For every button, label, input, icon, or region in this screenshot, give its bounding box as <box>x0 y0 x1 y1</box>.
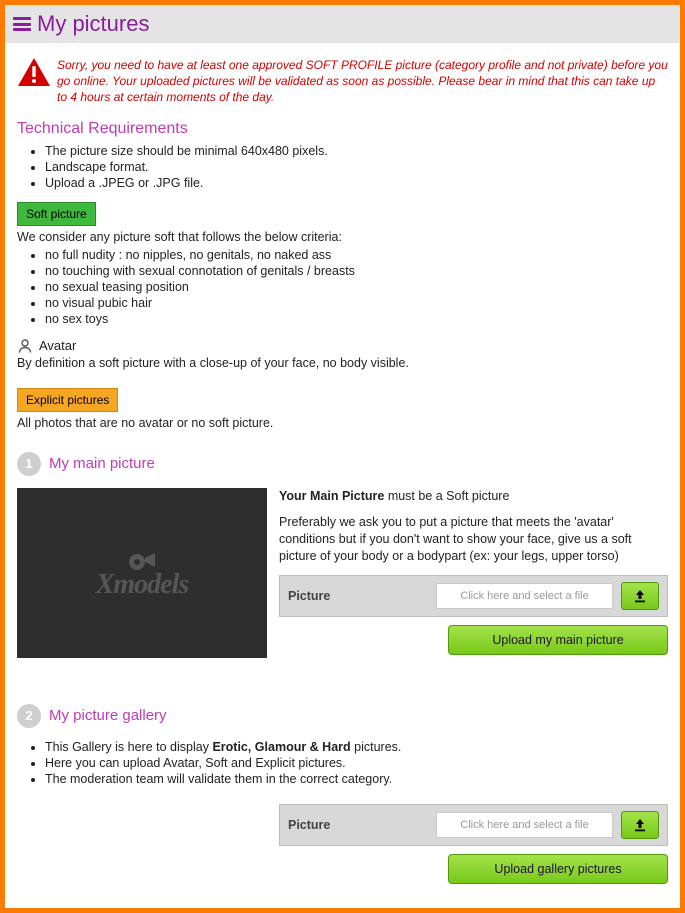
list-item: Upload a .JPEG or .JPG file. <box>45 176 668 190</box>
step-1-title: My main picture <box>49 455 155 472</box>
main-picture-heading: Your Main Picture must be a Soft picture <box>279 488 668 505</box>
step-2-header: 2 My picture gallery <box>17 704 668 728</box>
upload-gallery-pictures-button[interactable]: Upload gallery pictures <box>448 854 668 884</box>
step-number-badge: 1 <box>17 452 41 476</box>
list-item: no touching with sexual connotation of g… <box>45 264 668 278</box>
picker-label: Picture <box>288 818 428 832</box>
step-1-header: 1 My main picture <box>17 452 668 476</box>
step-number-badge: 2 <box>17 704 41 728</box>
upload-icon <box>632 817 648 833</box>
main-picture-picker: Picture Click here and select a file <box>279 575 668 617</box>
step-2-title: My picture gallery <box>49 707 167 724</box>
avatar-desc: By definition a soft picture with a clos… <box>17 356 668 370</box>
page-header: My pictures <box>5 5 680 43</box>
file-select-input[interactable]: Click here and select a file <box>436 583 613 609</box>
upload-main-picture-button[interactable]: Upload my main picture <box>448 625 668 655</box>
placeholder-brand-text: Xmodels <box>96 569 189 601</box>
soft-criteria-list: no full nudity : no nipples, no genitals… <box>17 248 668 326</box>
list-item: Landscape format. <box>45 160 668 174</box>
list-item: This Gallery is here to display Erotic, … <box>45 740 668 754</box>
tech-req-heading: Technical Requirements <box>17 120 668 138</box>
list-item: no full nudity : no nipples, no genitals… <box>45 248 668 262</box>
list-item: The picture size should be minimal 640x4… <box>45 144 668 158</box>
upload-icon <box>632 588 648 604</box>
warning-triangle-icon <box>17 57 51 106</box>
list-item: Here you can upload Avatar, Soft and Exp… <box>45 756 668 770</box>
soft-picture-tag: Soft picture <box>17 202 96 226</box>
list-item: The moderation team will validate them i… <box>45 772 668 786</box>
warning-text: Sorry, you need to have at least one app… <box>57 57 668 106</box>
list-item: no sex toys <box>45 312 668 326</box>
file-select-input[interactable]: Click here and select a file <box>436 812 613 838</box>
list-item: no visual pubic hair <box>45 296 668 310</box>
gallery-info-list: This Gallery is here to display Erotic, … <box>17 740 668 786</box>
explicit-pictures-tag: Explicit pictures <box>17 388 118 412</box>
explicit-desc: All photos that are no avatar or no soft… <box>17 416 668 430</box>
gallery-picture-picker: Picture Click here and select a file <box>279 804 668 846</box>
tech-req-list: The picture size should be minimal 640x4… <box>17 144 668 190</box>
avatar-icon <box>17 338 33 354</box>
avatar-label: Avatar <box>39 338 76 353</box>
page-title: My pictures <box>37 11 149 37</box>
soft-intro: We consider any picture soft that follow… <box>17 230 668 244</box>
warning-banner: Sorry, you need to have at least one app… <box>17 57 668 106</box>
main-picture-placeholder: Xmodels <box>17 488 267 658</box>
main-picture-heading-rest: must be a Soft picture <box>384 489 509 503</box>
main-picture-heading-bold: Your Main Picture <box>279 489 384 503</box>
main-picture-paragraph: Preferably we ask you to put a picture t… <box>279 514 668 565</box>
upload-icon-button[interactable] <box>621 582 659 610</box>
list-item: no sexual teasing position <box>45 280 668 294</box>
menu-icon[interactable] <box>13 17 31 31</box>
upload-icon-button[interactable] <box>621 811 659 839</box>
picker-label: Picture <box>288 589 428 603</box>
